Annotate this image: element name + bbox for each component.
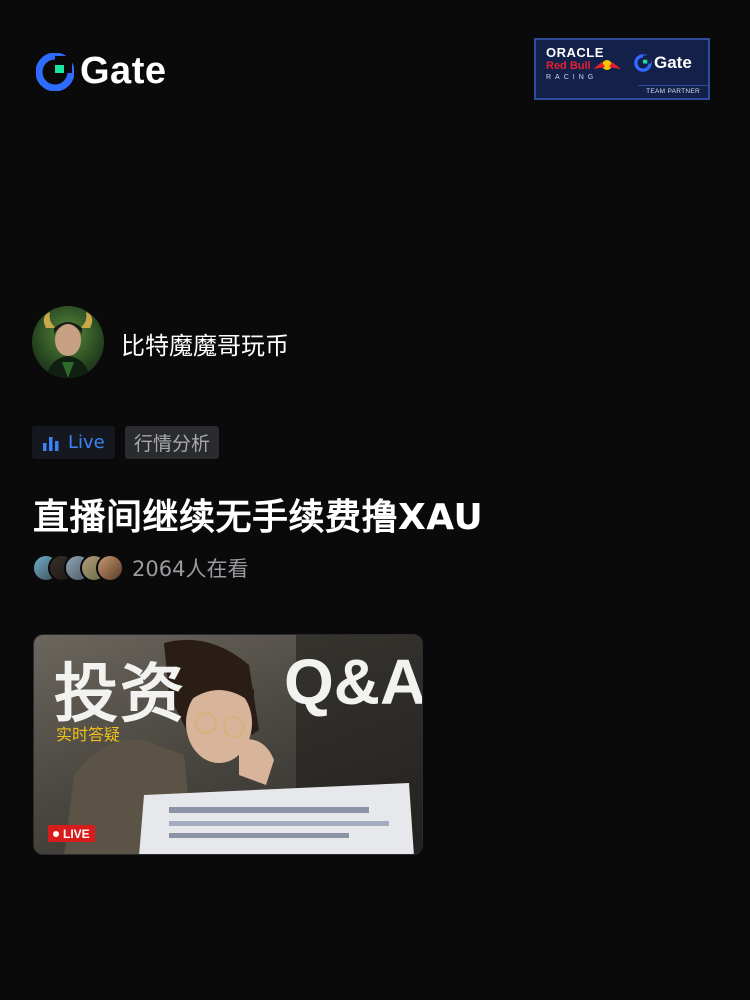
gate-logo-text: Gate: [80, 50, 167, 92]
team-partner-banner[interactable]: ORACLE Red Bull RACING Gate TEAM PARTNER: [534, 38, 710, 100]
live-badge: LIVE: [48, 825, 95, 842]
red-bull-icon: [593, 60, 621, 70]
live-dot-icon: [53, 830, 59, 837]
team-partner-label: TEAM PARTNER: [638, 85, 708, 98]
live-badge-label: LIVE: [63, 826, 90, 841]
racing-wordmark: RACING: [546, 74, 598, 81]
redbull-wordmark: Red Bull: [546, 60, 591, 72]
bar-chart-icon: [43, 436, 59, 451]
partner-gate-logo: Gate: [634, 53, 692, 73]
live-tag-label: Live: [68, 432, 105, 453]
gate-logo[interactable]: Gate: [36, 50, 166, 93]
stream-title[interactable]: 直播间继续无手续费撸XAU: [33, 488, 483, 540]
thumbnail-subheadline: 实时答疑: [56, 725, 121, 744]
gate-small-icon: [634, 54, 652, 72]
viewer-count-row: 2064人在看: [32, 553, 248, 583]
viewer-avatars: [32, 554, 124, 582]
streamer-name[interactable]: 比特魔魔哥玩币: [121, 326, 289, 361]
avatar-illustration: [43, 312, 93, 378]
viewer-avatar: [96, 554, 124, 582]
thumbnail-headline-right: Q&A: [284, 646, 423, 718]
viewer-count: 2064人在看: [132, 557, 249, 581]
live-tag: Live: [32, 426, 115, 459]
streamer-avatar[interactable]: [32, 306, 104, 378]
partner-gate-text: Gate: [654, 53, 692, 72]
category-tag[interactable]: 行情分析: [125, 426, 220, 459]
gate-logo-icon: [36, 52, 74, 91]
stream-thumbnail[interactable]: 投资 Q&A 实时答疑 LIVE: [33, 634, 423, 855]
